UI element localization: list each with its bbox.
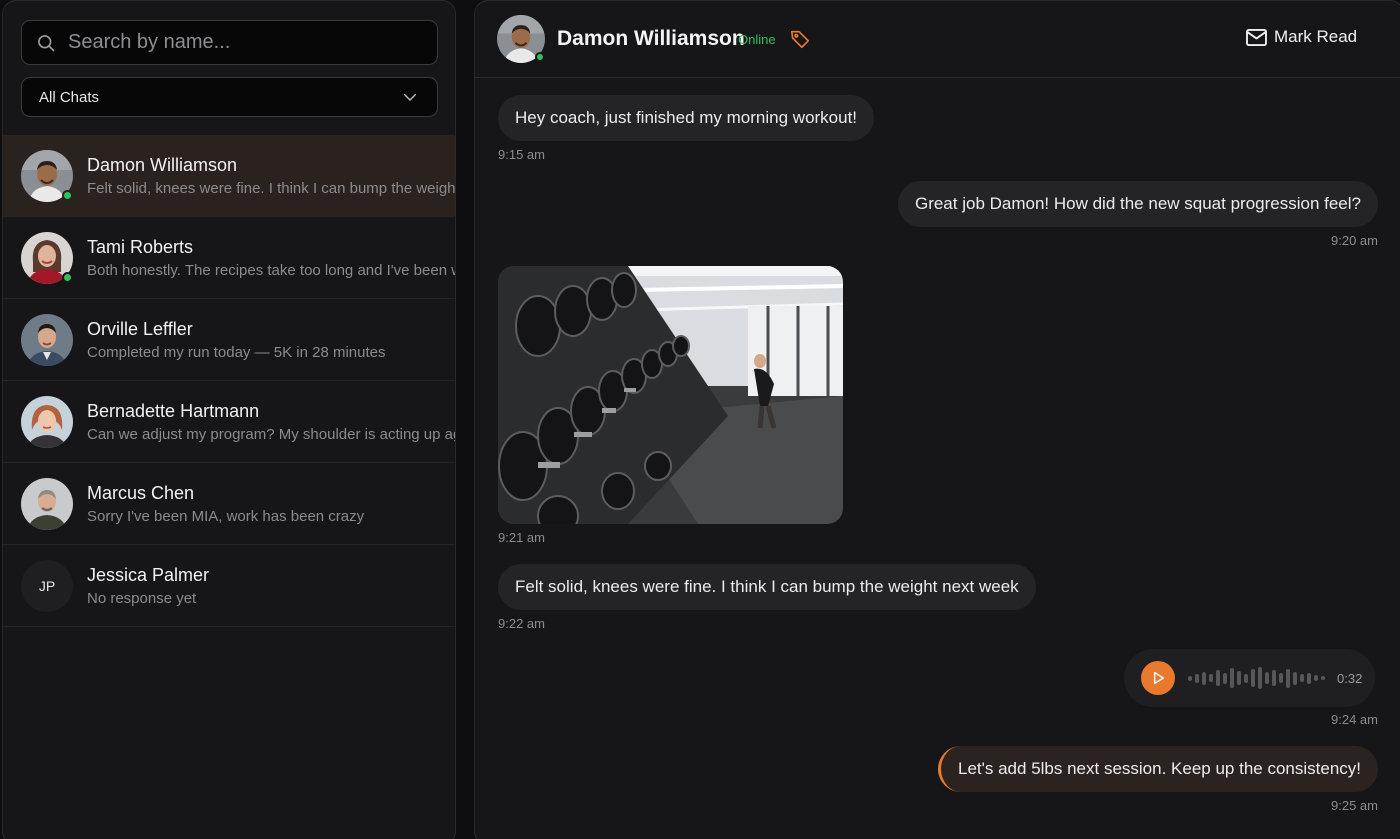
online-indicator: [62, 272, 73, 283]
chat-item-name: Damon Williamson: [87, 155, 238, 175]
avatar: [21, 478, 73, 530]
chat-item-name: Bernadette Hartmann: [87, 401, 260, 421]
chat-list: Damon Williamson Felt solid, knees were …: [3, 135, 456, 627]
voice-duration: 0:32: [1337, 670, 1363, 686]
chat-item-damon-williamson[interactable]: Damon Williamson Felt solid, knees were …: [3, 135, 456, 217]
chat-item-preview: Completed my run today — 5K in 28 minute…: [87, 344, 386, 361]
message-bubble-incoming: Felt solid, knees were fine. I think I c…: [498, 564, 1036, 610]
chat-item-preview: Both honestly. The recipes take too long…: [87, 262, 455, 279]
chat-item-preview: Felt solid, knees were fine. I think I c…: [87, 180, 456, 197]
voice-waveform[interactable]: [1188, 666, 1325, 690]
message-time: 9:15 am: [498, 147, 545, 162]
message-time: 9:24 am: [1331, 712, 1378, 727]
chat-item-tami-roberts[interactable]: Tami Roberts Both honestly. The recipes …: [3, 217, 455, 299]
play-icon: [1153, 671, 1165, 685]
avatar: [21, 232, 73, 284]
message-time: 9:22 am: [498, 616, 545, 631]
chat-item-orville-leffler[interactable]: Orville Leffler Completed my run today —…: [3, 299, 455, 381]
chat-filter-value: All Chats: [39, 88, 100, 106]
message-time: 9:21 am: [498, 530, 545, 545]
avatar: [21, 314, 73, 366]
chat-item-bernadette-hartmann[interactable]: Bernadette Hartmann Can we adjust my pro…: [3, 381, 456, 463]
status-text: Online: [738, 32, 776, 47]
chat-item-name: Jessica Palmer: [87, 565, 210, 585]
conversation-header: Damon Williamson Online Mark Read: [475, 1, 1400, 78]
chat-item-name: Tami Roberts: [87, 237, 194, 257]
search-box[interactable]: [21, 20, 438, 65]
search-icon: [38, 34, 55, 51]
chat-sidebar: All Chats: [2, 0, 456, 839]
contact-name: Damon Williamson: [557, 27, 745, 50]
message-image[interactable]: [498, 266, 843, 524]
chat-item-name: Orville Leffler: [87, 319, 193, 339]
message-time: 9:20 am: [1331, 233, 1378, 248]
conversation-panel: Damon Williamson Online Mark Read Hey co…: [474, 0, 1400, 839]
chat-filter-select[interactable]: All Chats: [21, 77, 438, 117]
message-time: 9:25 am: [1331, 798, 1378, 813]
online-indicator: [535, 52, 545, 62]
search-input[interactable]: [68, 31, 437, 54]
chevron-down-icon: [404, 94, 416, 101]
chat-item-jessica-palmer[interactable]: JP Jessica Palmer No response yet: [3, 545, 455, 627]
avatar: [21, 150, 73, 202]
avatar: [21, 396, 73, 448]
message-bubble-outgoing: Great job Damon! How did the new squat p…: [897, 181, 1378, 227]
online-indicator: [62, 190, 73, 201]
chat-app: All Chats: [0, 0, 1400, 839]
mark-read-button[interactable]: Mark Read: [1245, 27, 1357, 47]
avatar: JP: [21, 560, 73, 612]
chat-item-preview: Can we adjust my program? My shoulder is…: [87, 426, 456, 443]
chat-item-preview: Sorry I've been MIA, work has been crazy: [87, 508, 365, 525]
contact-avatar: [497, 15, 545, 63]
avatar-initials: JP: [38, 578, 56, 594]
chat-item-preview: No response yet: [87, 590, 197, 607]
tag-icon[interactable]: [789, 28, 811, 50]
voice-message: 0:32: [1124, 649, 1375, 707]
chat-item-name: Marcus Chen: [87, 483, 195, 503]
chat-item-marcus-chen[interactable]: Marcus Chen Sorry I've been MIA, work ha…: [3, 463, 455, 545]
message-bubble-outgoing-highlighted: Let's add 5lbs next session. Keep up the…: [938, 746, 1378, 792]
play-button[interactable]: [1141, 661, 1175, 695]
message-bubble-incoming: Hey coach, just finished my morning work…: [498, 95, 875, 141]
mark-read-label: Mark Read: [1274, 27, 1358, 46]
mail-icon: [1246, 28, 1267, 46]
